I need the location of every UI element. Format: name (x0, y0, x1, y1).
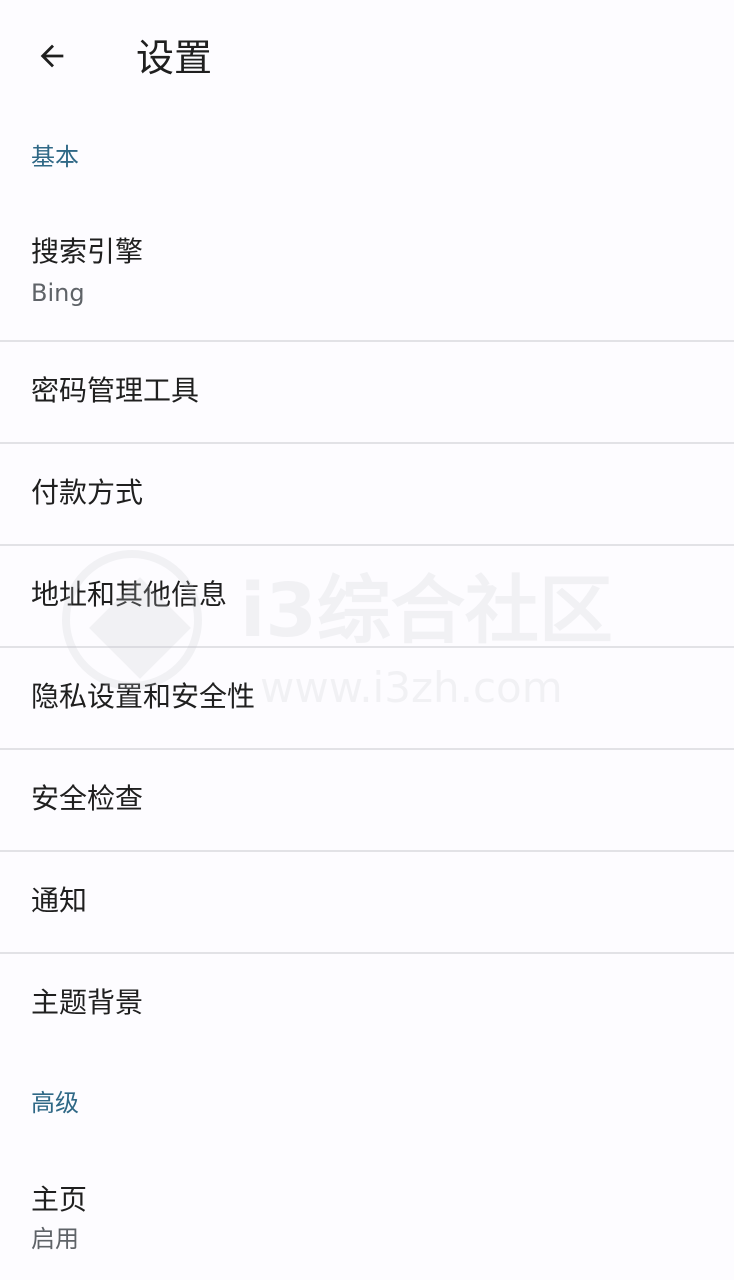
setting-title-payment-methods: 付款方式 (31, 476, 144, 509)
setting-password-manager[interactable]: 密码管理工具 (0, 342, 734, 442)
arrow-left-icon (35, 39, 69, 77)
setting-title-notifications: 通知 (31, 884, 88, 917)
setting-homepage[interactable]: 主页 启用 (0, 1166, 734, 1280)
setting-payment-methods[interactable]: 付款方式 (0, 444, 734, 544)
setting-theme[interactable]: 主题背景 (0, 954, 734, 1054)
setting-title-theme: 主题背景 (31, 986, 144, 1019)
setting-privacy-security[interactable]: 隐私设置和安全性 (0, 648, 734, 748)
page-title: 设置 (136, 36, 213, 80)
setting-notifications[interactable]: 通知 (0, 852, 734, 952)
setting-search-engine[interactable]: 搜索引擎 Bing (0, 220, 734, 340)
section-header-basic: 基本 (31, 143, 79, 171)
setting-title-homepage: 主页 (31, 1183, 88, 1216)
setting-addresses[interactable]: 地址和其他信息 (0, 546, 734, 646)
setting-value-search-engine: Bing (31, 279, 85, 307)
setting-safety-check[interactable]: 安全检查 (0, 750, 734, 850)
setting-title-password-manager: 密码管理工具 (31, 374, 200, 407)
back-button[interactable] (22, 28, 82, 88)
app-bar: 设置 (0, 0, 734, 112)
setting-title-privacy-security: 隐私设置和安全性 (31, 680, 256, 713)
setting-title-addresses: 地址和其他信息 (31, 578, 228, 611)
setting-value-homepage: 启用 (31, 1225, 79, 1253)
setting-title-safety-check: 安全检查 (31, 782, 144, 815)
section-header-advanced: 高级 (31, 1089, 79, 1117)
setting-title-search-engine: 搜索引擎 (31, 235, 144, 268)
